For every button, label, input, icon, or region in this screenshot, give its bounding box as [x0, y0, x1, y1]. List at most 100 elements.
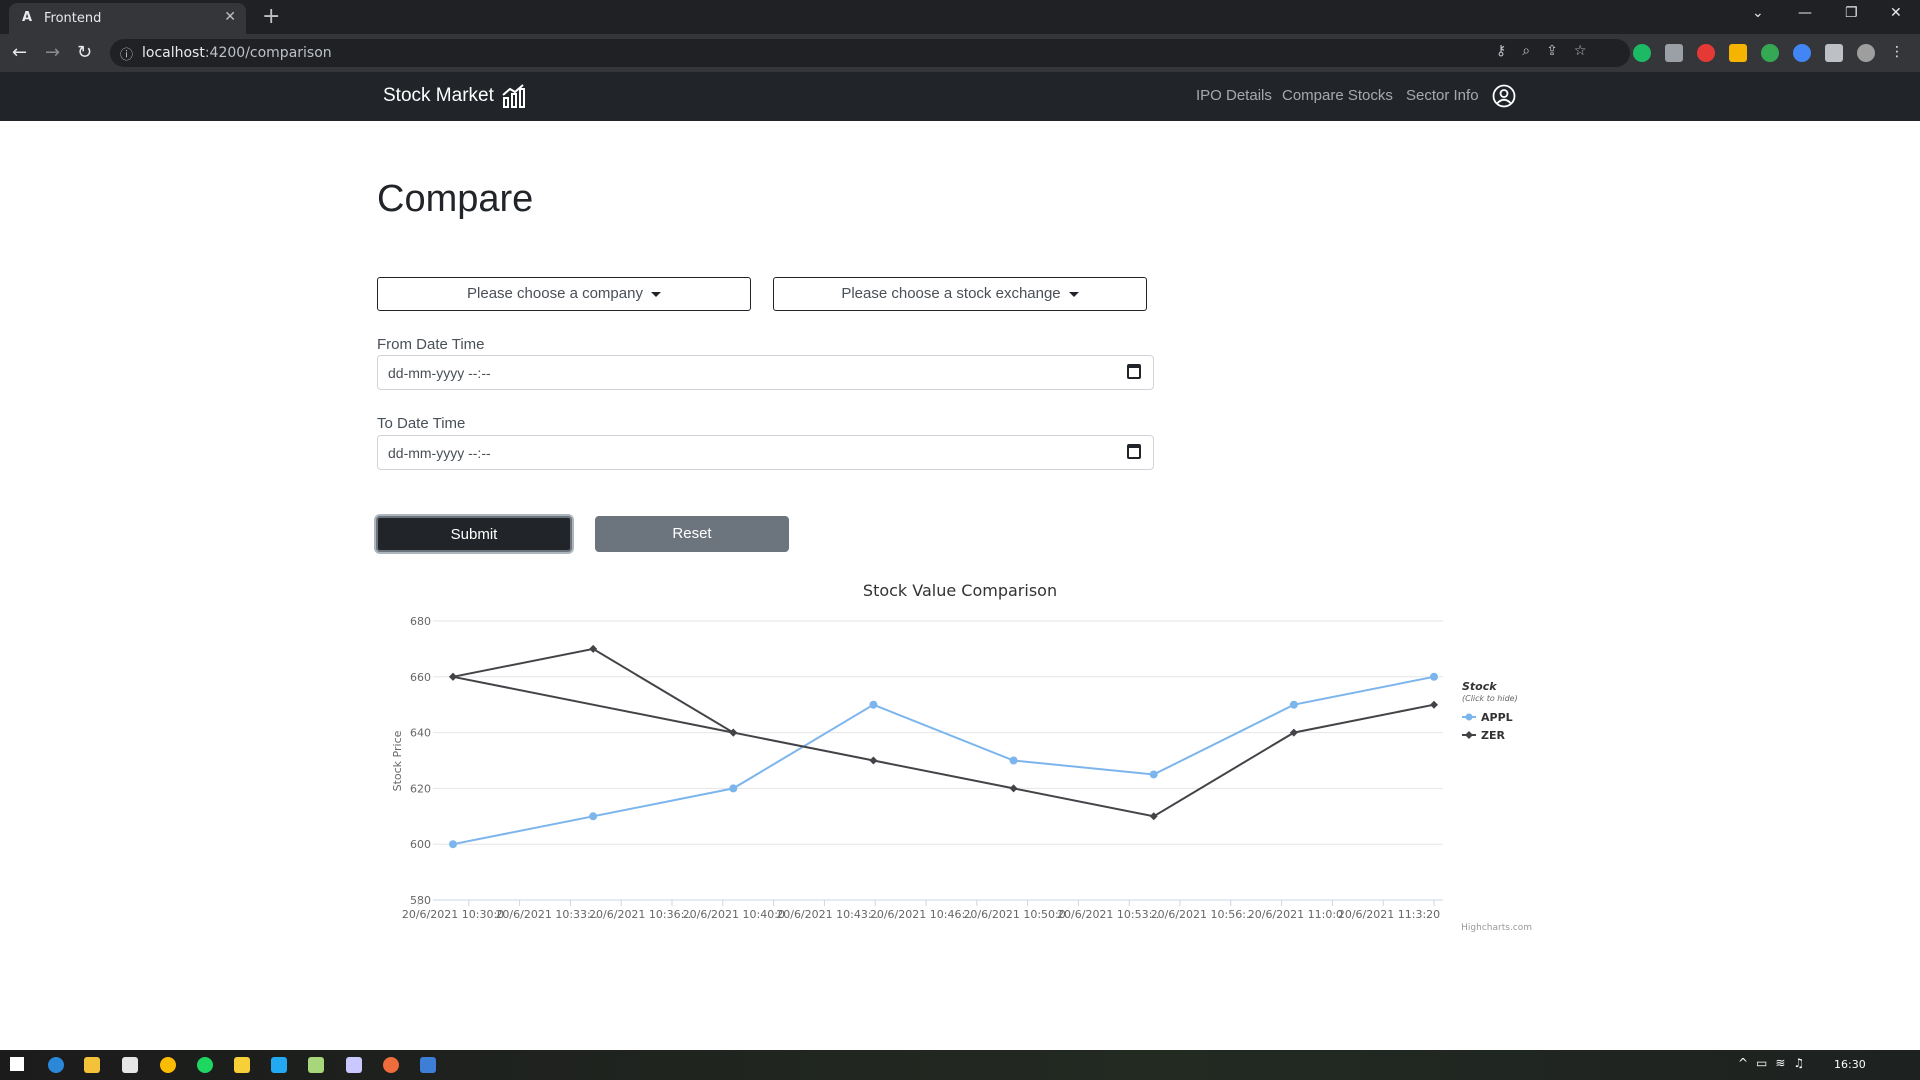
restore-icon[interactable]: ❐ [1845, 5, 1858, 21]
y-tick-label: 680 [410, 615, 431, 628]
data-point-appl [869, 700, 878, 709]
edge-icon[interactable] [48, 1057, 64, 1073]
site-info-icon[interactable]: ⓘ [120, 44, 133, 63]
profile-avatar[interactable] [1857, 44, 1875, 62]
x-tick-label: 20/6/2021 10:33:.. [495, 908, 597, 921]
y-tick-label: 620 [410, 782, 431, 795]
nav-ipo-details[interactable]: IPO Details [1196, 87, 1272, 104]
address-bar[interactable]: ⓘ localhost:4200/comparison [110, 39, 1630, 67]
chart-title: Stock Value Comparison [863, 581, 1057, 600]
back-icon[interactable]: ← [12, 42, 27, 63]
sticky-notes-icon[interactable] [234, 1057, 250, 1073]
nav-compare-stocks[interactable]: Compare Stocks [1282, 87, 1393, 104]
windows-start-icon[interactable] [10, 1057, 24, 1071]
browser-toolbar: ← → ↻ ⓘ localhost:4200/comparison ⚷⌕⇪☆ [0, 34, 1920, 72]
from-datetime-placeholder: dd-mm-yyyy --:-- [388, 365, 491, 381]
brand-name[interactable]: Stock Market [383, 85, 494, 107]
bar-chart-icon [502, 84, 525, 108]
tab-search-icon[interactable]: ⌄ [1752, 5, 1764, 21]
adblock-extension-icon[interactable] [1697, 44, 1715, 62]
y-axis-label: Stock Price [391, 730, 404, 791]
close-window-icon[interactable]: ✕ [1890, 5, 1902, 21]
x-tick-label: 20/6/2021 10:53:.. [1057, 908, 1159, 921]
browser-menu-icon[interactable]: ⋮ [1890, 44, 1908, 62]
windows-taskbar [0, 1050, 1920, 1080]
tab-title: Frontend [44, 11, 102, 26]
chrome-icon[interactable] [160, 1057, 176, 1073]
stock-comparison-chart: Stock Value Comparison 580 600 620 640 660 680… [391, 581, 1532, 933]
stock-exchange-dropdown[interactable]: Please choose a stock exchange [773, 277, 1147, 311]
calendar-icon[interactable] [1127, 364, 1141, 379]
browser-tab-bar: A Frontend ✕ + ⌄ — ❐ ✕ [0, 0, 1920, 34]
spotify-icon[interactable] [197, 1057, 213, 1073]
exchange-dropdown-label: Please choose a stock exchange [841, 285, 1061, 302]
x-tick-label: 20/6/2021 10:30:0 [402, 908, 504, 921]
company-dropdown-label: Please choose a company [467, 285, 643, 302]
data-point-zer [869, 756, 878, 765]
data-point-appl [1430, 672, 1438, 681]
data-point-appl [1009, 756, 1018, 765]
reset-button[interactable]: Reset [595, 516, 789, 552]
chart-credits: Highcharts.com [1461, 923, 1532, 933]
vscode-icon[interactable] [271, 1057, 287, 1073]
omnibox-actions-icon[interactable]: ⚷⌕⇪☆ [1496, 43, 1602, 59]
grammarly-extension-icon[interactable] [1633, 44, 1651, 62]
new-tab-icon[interactable]: + [262, 4, 280, 29]
extension-globe-icon[interactable] [1793, 44, 1811, 62]
x-tick-label: 20/6/2021 10:43:.. [776, 908, 878, 921]
angular-icon: A [22, 10, 33, 25]
file-explorer-icon[interactable] [84, 1057, 100, 1073]
extension-tree-icon[interactable] [1761, 44, 1779, 62]
x-tick-label: 20/6/2021 10:40:0 [683, 908, 785, 921]
to-datetime-label: To Date Time [377, 415, 466, 432]
taskbar-clock[interactable]: 16:30 [1834, 1058, 1866, 1071]
legend-subtitle: (Click to hide) [1462, 694, 1518, 703]
minimize-icon[interactable]: — [1798, 5, 1812, 21]
x-tick-label: 20/6/2021 10:50:0 [963, 908, 1065, 921]
data-point-appl [729, 784, 738, 793]
extension-w-icon[interactable] [1729, 44, 1747, 62]
data-point-appl [449, 840, 457, 849]
series-line-appl [452, 675, 1435, 846]
calendar-icon[interactable] [1127, 444, 1141, 459]
nav-sector-info[interactable]: Sector Info [1406, 87, 1479, 104]
data-point-zer [1009, 784, 1018, 793]
notepad-icon[interactable] [308, 1057, 324, 1073]
reload-icon[interactable]: ↻ [77, 42, 92, 63]
to-datetime-placeholder: dd-mm-yyyy --:-- [388, 445, 491, 461]
from-datetime-label: From Date Time [377, 336, 485, 353]
legend-title: Stock [1462, 680, 1497, 693]
app-navbar: Stock Market IPO Details Compare Stocks … [0, 72, 1920, 121]
legend-item-appl[interactable]: APPL [1481, 711, 1513, 724]
browser-tab[interactable]: A Frontend ✕ [9, 3, 246, 34]
app-window-icon[interactable] [420, 1057, 436, 1073]
url-text: localhost:4200/comparison [142, 45, 332, 61]
company-dropdown[interactable]: Please choose a company [377, 277, 751, 311]
user-account-icon[interactable] [1492, 84, 1516, 108]
camera-extension-icon[interactable] [1665, 44, 1683, 62]
legend-marker-zer [1465, 731, 1473, 739]
to-datetime-input[interactable]: dd-mm-yyyy --:-- [377, 435, 1154, 470]
data-point-appl [589, 812, 598, 821]
y-tick-label: 660 [410, 671, 431, 684]
from-datetime-input[interactable]: dd-mm-yyyy --:-- [377, 355, 1154, 390]
x-tick-label: 20/6/2021 10:46:.. [870, 908, 972, 921]
page-title: Compare [377, 178, 534, 220]
x-tick-label: 20/6/2021 11:3:20 [1338, 908, 1440, 921]
close-tab-icon[interactable]: ✕ [224, 9, 236, 25]
x-tick-label: 20/6/2021 10:56:.. [1151, 908, 1253, 921]
legend-item-zer[interactable]: ZER [1481, 729, 1505, 742]
postman-icon[interactable] [383, 1057, 399, 1073]
x-tick-label: 20/6/2021 10:36:.. [589, 908, 691, 921]
app-icon[interactable] [346, 1057, 362, 1073]
store-icon[interactable] [122, 1057, 138, 1073]
y-tick-label: 580 [410, 894, 431, 907]
system-tray-icons[interactable]: ^▭≋♫ [1738, 1056, 1812, 1070]
submit-button[interactable]: Submit [376, 516, 572, 552]
forward-icon[interactable]: → [45, 42, 60, 63]
x-tick-label: 20/6/2021 11:0:0 [1248, 908, 1343, 921]
extensions-puzzle-icon[interactable] [1825, 44, 1843, 62]
data-point-appl [1289, 700, 1298, 709]
legend-marker-appl [1465, 713, 1473, 721]
caret-down-icon [1068, 291, 1079, 297]
